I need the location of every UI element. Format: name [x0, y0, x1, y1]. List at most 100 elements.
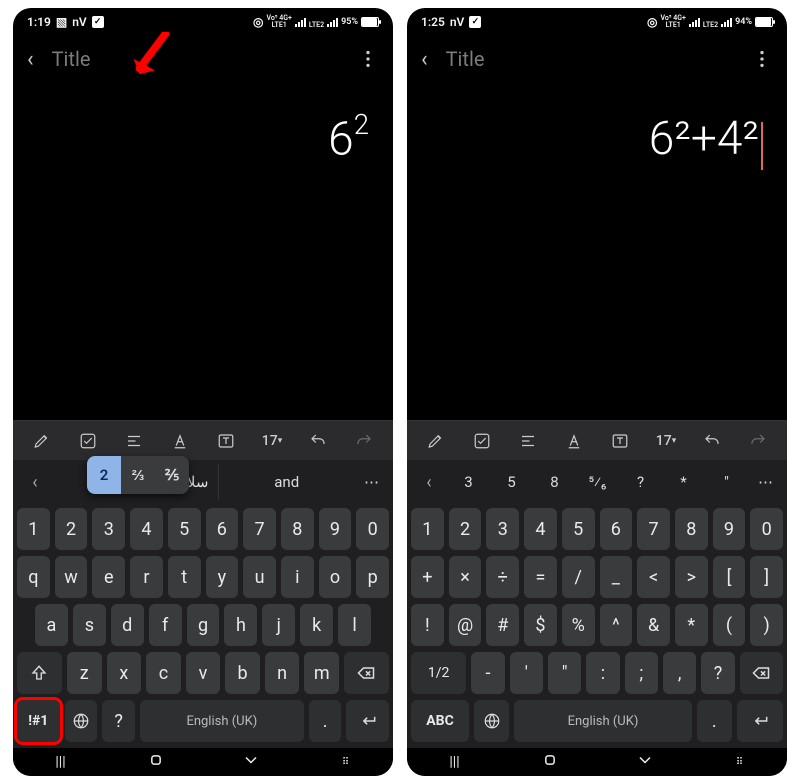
key-1[interactable]: 1: [17, 508, 50, 550]
key-g[interactable]: g: [187, 604, 220, 646]
key-8[interactable]: 8: [281, 508, 314, 550]
key-times[interactable]: ×: [449, 556, 482, 598]
suggestion[interactable]: 8: [533, 464, 576, 500]
key-h[interactable]: h: [224, 604, 257, 646]
key-m[interactable]: m: [304, 652, 339, 694]
key-2[interactable]: 2: [449, 508, 482, 550]
text-box-icon[interactable]: [597, 421, 643, 461]
key-dot[interactable]: .: [309, 700, 342, 742]
key-0[interactable]: 0: [356, 508, 389, 550]
font-size[interactable]: 17▾: [643, 421, 689, 461]
key-slash[interactable]: /: [562, 556, 595, 598]
key-half[interactable]: 1/2: [411, 652, 466, 694]
suggestion[interactable]: 5: [490, 464, 533, 500]
more-icon[interactable]: [357, 48, 379, 70]
note-title[interactable]: Title: [446, 47, 485, 71]
back-icon[interactable]: ‹: [421, 47, 428, 72]
key-lbracket[interactable]: [: [713, 556, 746, 598]
undo-icon[interactable]: [295, 421, 341, 461]
popup-item[interactable]: ⅖: [155, 456, 189, 494]
key-symbol-mode[interactable]: !#1: [17, 700, 60, 742]
key-question[interactable]: ?: [102, 700, 135, 742]
key-5[interactable]: 5: [562, 508, 595, 550]
key-lparen[interactable]: (: [713, 604, 746, 646]
key-9[interactable]: 9: [713, 508, 746, 550]
key-0[interactable]: 0: [750, 508, 783, 550]
align-icon[interactable]: [111, 421, 157, 461]
key-e[interactable]: e: [92, 556, 125, 598]
more-icon[interactable]: [751, 48, 773, 70]
key-7[interactable]: 7: [637, 508, 670, 550]
key-1[interactable]: 1: [411, 508, 444, 550]
key-backspace[interactable]: [344, 652, 389, 694]
key-q[interactable]: q: [17, 556, 50, 598]
key-4[interactable]: 4: [524, 508, 557, 550]
key-space[interactable]: English (UK): [514, 700, 691, 742]
key-5[interactable]: 5: [168, 508, 201, 550]
key-6[interactable]: 6: [206, 508, 239, 550]
nav-home[interactable]: [520, 750, 580, 774]
key-at[interactable]: @: [449, 604, 482, 646]
key-gt[interactable]: >: [675, 556, 708, 598]
key-k[interactable]: k: [300, 604, 333, 646]
suggestion[interactable]: *: [662, 464, 705, 500]
key-hash[interactable]: #: [486, 604, 519, 646]
nav-back[interactable]: [221, 750, 281, 774]
key-dollar[interactable]: $: [524, 604, 557, 646]
undo-icon[interactable]: [689, 421, 735, 461]
nav-recents[interactable]: |||: [31, 754, 91, 770]
redo-icon[interactable]: [735, 421, 781, 461]
suggestion[interactable]: and: [219, 464, 354, 500]
nav-home[interactable]: [126, 750, 186, 774]
key-apos[interactable]: ': [510, 652, 543, 694]
back-icon[interactable]: ‹: [27, 47, 34, 72]
key-qmark[interactable]: ?: [701, 652, 734, 694]
popup-item[interactable]: ⅔: [121, 456, 155, 494]
key-enter[interactable]: [346, 700, 389, 742]
suggestion[interactable]: ⁵⁄₆: [576, 464, 619, 500]
nav-recents[interactable]: |||: [425, 754, 485, 770]
nav-keyboard-icon[interactable]: ⠿: [710, 757, 770, 768]
redo-icon[interactable]: [341, 421, 387, 461]
key-c[interactable]: c: [146, 652, 181, 694]
align-icon[interactable]: [505, 421, 551, 461]
key-3[interactable]: 3: [486, 508, 519, 550]
pen-icon[interactable]: [413, 421, 459, 461]
key-bang[interactable]: !: [411, 604, 444, 646]
key-abc-mode[interactable]: ABC: [411, 700, 469, 742]
key-underscore[interactable]: _: [600, 556, 633, 598]
key-6[interactable]: 6: [600, 508, 633, 550]
key-a[interactable]: a: [35, 604, 68, 646]
key-lt[interactable]: <: [637, 556, 670, 598]
key-s[interactable]: s: [73, 604, 106, 646]
suggestion-more[interactable]: ⋯: [354, 464, 389, 500]
key-n[interactable]: n: [265, 652, 300, 694]
check-icon[interactable]: [65, 421, 111, 461]
key-caret[interactable]: ^: [600, 604, 633, 646]
attach-icon[interactable]: [317, 48, 339, 70]
key-i[interactable]: i: [281, 556, 314, 598]
key-t[interactable]: t: [168, 556, 201, 598]
key-plus[interactable]: +: [411, 556, 444, 598]
popup-item-selected[interactable]: 2: [87, 456, 121, 494]
key-colon[interactable]: :: [586, 652, 619, 694]
suggestion-back[interactable]: ‹: [411, 460, 447, 504]
key-v[interactable]: v: [186, 652, 221, 694]
key-percent[interactable]: %: [562, 604, 595, 646]
book-icon[interactable]: [277, 48, 299, 70]
text-style-icon[interactable]: [157, 421, 203, 461]
key-2[interactable]: 2: [55, 508, 88, 550]
key-w[interactable]: w: [55, 556, 88, 598]
suggestion[interactable]: ?: [619, 464, 662, 500]
suggestion[interactable]: ": [705, 464, 748, 500]
key-dot[interactable]: .: [697, 700, 732, 742]
key-language[interactable]: [65, 700, 98, 742]
key-r[interactable]: r: [130, 556, 163, 598]
key-space[interactable]: English (UK): [140, 700, 304, 742]
key-3[interactable]: 3: [92, 508, 125, 550]
key-4[interactable]: 4: [130, 508, 163, 550]
key-y[interactable]: y: [206, 556, 239, 598]
pen-icon[interactable]: [19, 421, 65, 461]
key-u[interactable]: u: [243, 556, 276, 598]
key-j[interactable]: j: [262, 604, 295, 646]
